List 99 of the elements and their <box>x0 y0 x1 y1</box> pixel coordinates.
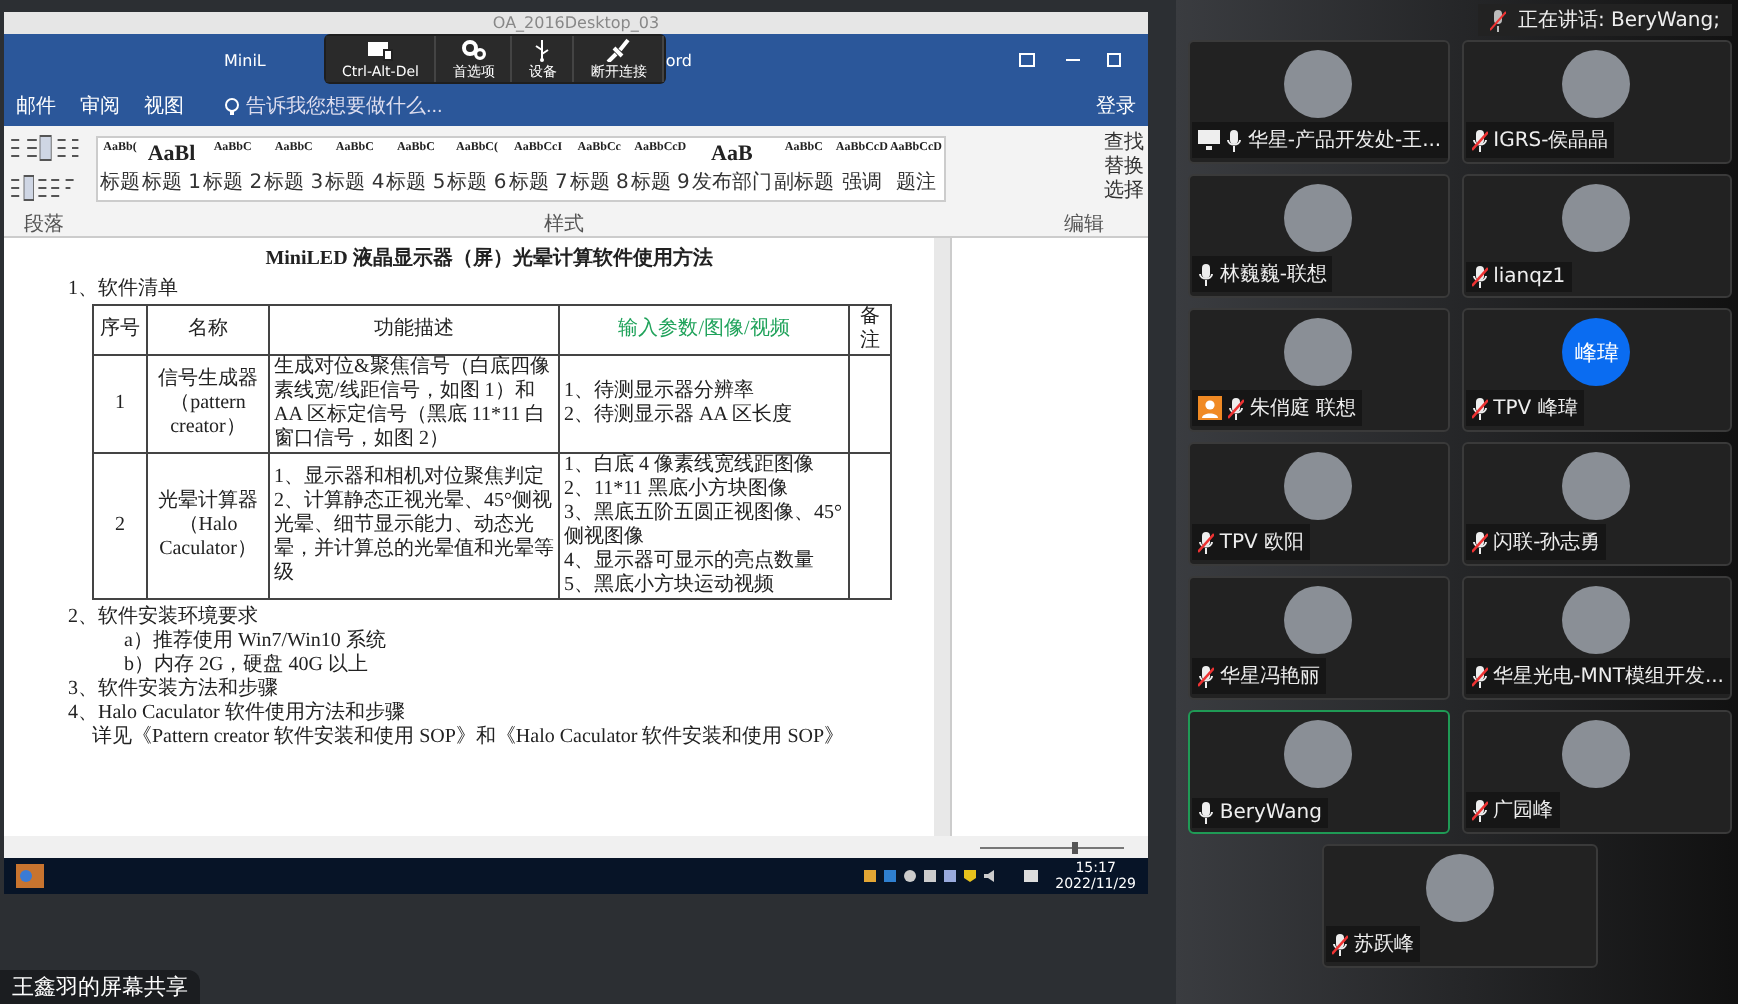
participant-tile[interactable]: 苏跃峰 <box>1321 844 1598 968</box>
table-cell: 1 <box>93 355 147 453</box>
table-header: 备注 <box>849 305 891 355</box>
participant-name: 苏跃峰 <box>1353 931 1414 958</box>
participant-tile[interactable]: 朱俏庭 联想 <box>1187 308 1450 432</box>
avatar-circle <box>1562 452 1631 520</box>
avatar-circle <box>1284 184 1353 252</box>
mic-icon[interactable] <box>1197 263 1214 285</box>
section-heading: 2、软件安装环境要求 <box>68 606 260 629</box>
participant-tile[interactable]: 华星冯艳丽 <box>1187 576 1450 700</box>
editing-command[interactable]: 替换 <box>1104 156 1144 180</box>
ribbon-group-label: 样式 <box>544 211 584 236</box>
table-cell: 1、显示器和相机对位聚焦判定 2、计算静态正视光晕、45°侧视光晕、细节显示能力、动态光晕，并计算总的光晕值和光晕等级 <box>269 453 559 599</box>
editing-command[interactable]: 选择 <box>1104 180 1144 204</box>
muted-mic-icon[interactable] <box>1471 266 1488 288</box>
tell-me-field[interactable]: 告诉我您想要做什么... <box>224 95 526 117</box>
participant-tile[interactable]: 峰瑋 TPV 峰瑋 <box>1461 308 1732 432</box>
avatar-initials: 峰瑋 <box>1562 318 1631 386</box>
mic-icon[interactable] <box>1197 802 1214 824</box>
paragraph: 详见《Pattern creator 软件安装和使用 SOP》和《Halo Caculator 软件安装和使用 SOP》 <box>92 726 847 750</box>
list-item: a）推荐使用 Win7/Win10 系统 <box>124 630 388 653</box>
muted-mic-icon[interactable] <box>1227 397 1244 419</box>
participant-tile[interactable]: TPV 欧阳 <box>1187 442 1450 566</box>
table-cell: 信号生成器（pattern creator） <box>147 355 269 453</box>
participant-name: TPV 欧阳 <box>1219 530 1305 556</box>
list-item: b）内存 2G，硬盘 40G 以上 <box>124 654 370 677</box>
lightbulb-icon <box>224 97 240 115</box>
section-heading: 3、软件安装方法和步骤 <box>68 678 280 702</box>
avatar-circle <box>1562 720 1631 788</box>
muted-mic-icon[interactable] <box>1471 129 1488 151</box>
participant-name: BeryWang <box>1219 802 1322 824</box>
document-title-fragment: MiniL <box>224 51 266 69</box>
muted-mic-icon[interactable] <box>1471 665 1488 687</box>
avatar-circle <box>1284 50 1353 118</box>
ribbon-group-label: 段落 <box>24 211 64 236</box>
avatar-circle <box>1562 50 1631 118</box>
avatar-circle <box>1425 854 1494 922</box>
table-header: 功能描述 <box>269 305 559 355</box>
muted-mic-icon[interactable] <box>1471 531 1488 553</box>
keyboard-icon <box>366 38 395 62</box>
style-option[interactable]: AaB 发布部门 <box>691 141 772 195</box>
table-cell: 2 <box>93 453 147 599</box>
table-cell: 1、待测显示器分辨率 2、待测显示器 AA 区长度 <box>559 355 849 453</box>
muted-mic-icon[interactable] <box>1197 665 1214 687</box>
ribbon-tab[interactable]: 邮件 <box>16 92 56 120</box>
document-title-fragment: ord <box>665 51 692 69</box>
document-title: MiniLED 液晶显示器（屏）光晕计算软件使用方法 <box>263 248 715 272</box>
participant-tile[interactable]: 林巍巍-联想 <box>1187 174 1450 298</box>
participant-name: 闪联-孙志勇 <box>1493 529 1601 556</box>
participant-tile[interactable]: lianqz1 <box>1461 174 1732 298</box>
gear-icon <box>459 38 488 62</box>
speaking-text: 正在讲话: BeryWang; <box>1517 7 1720 34</box>
participant-name: 华星光电-MNT模组开发... <box>1493 663 1724 690</box>
avatar-circle <box>1284 318 1353 386</box>
table-header: 序号 <box>93 305 147 355</box>
sign-in-link[interactable]: 登录 <box>1096 92 1136 120</box>
table-cell: 生成对位&聚焦信号（白底四像素线宽/线距信号，如图 1）和 AA 区标定信号（黑底 11*11 白窗口信号，如图 2） <box>269 355 559 453</box>
participant-name: TPV 峰瑋 <box>1493 395 1578 422</box>
avatar-circle <box>1562 586 1631 654</box>
screen-share-icon <box>1197 130 1220 150</box>
muted-mic-icon[interactable] <box>1331 933 1348 955</box>
avatar-circle <box>1562 184 1631 252</box>
plug-icon <box>604 38 633 62</box>
mic-icon[interactable] <box>1225 129 1242 151</box>
table-cell: 光晕计算器（Halo Caculator） <box>147 453 269 599</box>
section-heading: 1、软件清单 <box>68 278 180 302</box>
participant-tile[interactable]: 华星光电-MNT模组开发... <box>1461 576 1732 700</box>
remote-window-title: OA_2016Desktop_03 <box>4 12 1148 34</box>
ribbon-tab[interactable]: 审阅 <box>80 92 120 120</box>
participant-tile[interactable]: BeryWang <box>1187 710 1450 834</box>
muted-mic-icon[interactable] <box>1471 397 1488 419</box>
table-header: 输入参数/图像/视频 <box>559 305 849 355</box>
muted-mic-icon <box>1489 9 1506 31</box>
ribbon-group-label: 编辑 <box>1064 211 1104 236</box>
avatar-circle <box>1284 452 1353 520</box>
ribbon-tab[interactable]: 视图 <box>144 92 184 120</box>
table-cell: 1、白底 4 像素线宽线距图像 2、11*11 黑底小方块图像 3、黑底五阶五圆正视图像、45°侧视图像 4、显示器可显示的亮点数量 5、黑底小方块运动视频 <box>559 453 849 599</box>
participant-tile[interactable]: 闪联-孙志勇 <box>1461 442 1732 566</box>
participant-tile[interactable]: 广园峰 <box>1461 710 1732 834</box>
participant-name: IGRS-侯晶晶 <box>1493 128 1609 154</box>
style-option[interactable]: AaBl 标题 1 <box>142 141 202 195</box>
person-icon <box>1197 396 1222 420</box>
avatar-circle <box>1284 720 1353 788</box>
participant-name: 朱俏庭 联想 <box>1249 395 1357 422</box>
participant-tile[interactable]: IGRS-侯晶晶 <box>1461 40 1732 164</box>
section-heading: 4、Halo Caculator 软件使用方法和步骤 <box>68 702 407 725</box>
screen-share-label: 王鑫羽的屏幕共享 <box>0 970 200 1004</box>
muted-mic-icon[interactable] <box>1197 531 1214 553</box>
participant-name: 林巍巍-联想 <box>1219 261 1327 288</box>
avatar-circle <box>1284 586 1353 654</box>
participant-name: 华星-产品开发处-王... <box>1247 127 1442 154</box>
participant-tile[interactable]: 华星-产品开发处-王... <box>1187 40 1450 164</box>
participant-name: 华星冯艳丽 <box>1219 664 1320 690</box>
participant-name: 广园峰 <box>1493 797 1554 824</box>
muted-mic-icon[interactable] <box>1471 799 1488 821</box>
system-tray-icon[interactable] <box>863 868 1044 884</box>
participant-name: lianqz1 <box>1493 266 1566 288</box>
editing-command[interactable]: 查找 <box>1104 132 1144 156</box>
table-header: 名称 <box>147 305 269 355</box>
